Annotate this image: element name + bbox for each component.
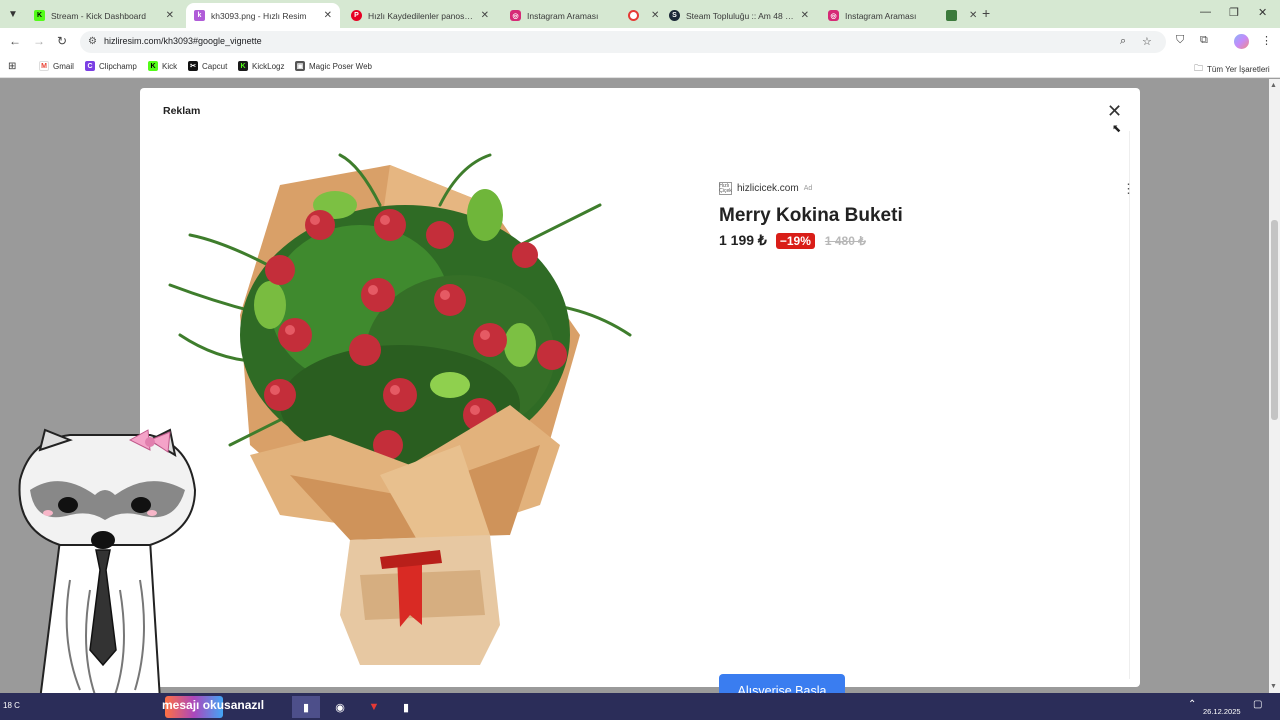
tab-icon xyxy=(946,10,957,21)
kick-icon: K xyxy=(34,10,45,21)
advertiser-link[interactable]: Hızlı Çiçek hizlicicek.com Ad xyxy=(719,182,812,195)
old-price: 1 480 ₺ xyxy=(824,233,866,248)
current-price: 1 199 ₺ xyxy=(719,232,767,248)
ad-content[interactable]: Hızlı Çiçek hizlicicek.com Ad ⋮ Merry Ko… xyxy=(150,131,1135,708)
address-bar[interactable]: ⚙ hizliresim.com/kh3093#google_vignette … xyxy=(80,31,1166,53)
extension-icon[interactable]: ⛉ xyxy=(1176,34,1184,47)
ad-tag: Ad xyxy=(803,185,813,192)
discount-badge: −19% xyxy=(775,232,815,249)
taskbar-overlay-text: mesajı okusanazıl xyxy=(162,698,265,712)
bookmark-gmail[interactable]: M Gmail xyxy=(39,61,74,71)
bookmark-star-icon[interactable]: ☆ xyxy=(1142,35,1152,48)
close-icon[interactable]: ✕ xyxy=(166,10,174,21)
product-title[interactable]: Merry Kokina Buketi xyxy=(719,205,903,227)
advertiser-domain[interactable]: hizlicicek.com xyxy=(737,183,799,194)
bookmark-label: Kick xyxy=(162,61,178,71)
close-icon[interactable]: ✕ xyxy=(969,10,977,21)
kicklogz-icon: K xyxy=(238,61,248,71)
bookmark-label: Capcut xyxy=(202,61,228,71)
kick-icon: K xyxy=(148,61,158,71)
close-icon[interactable]: ✕ xyxy=(651,10,659,21)
advertiser-logo: Hızlı Çiçek xyxy=(719,182,732,195)
browser-toolbar: ← → ↻ ⚙ hizliresim.com/kh3093#google_vig… xyxy=(0,28,1280,56)
taskbar-document-icon[interactable]: ▮ xyxy=(392,696,420,718)
tab-title: Hızlı Kaydedilenler panosundaki xyxy=(368,10,475,21)
tab-title: kh3093.png - Hızlı Resim xyxy=(211,10,307,21)
restore-icon[interactable]: ❐ xyxy=(1229,6,1239,19)
ad-vignette-modal: Reklam ✕ ⬉ Hızlı Çiçek hizlicicek.com Ad… xyxy=(140,88,1140,708)
record-icon xyxy=(628,10,639,21)
notification-icon[interactable]: ▢ xyxy=(1253,699,1262,710)
instagram-icon: ◎ xyxy=(510,10,521,21)
bookmark-label: Magic Poser Web xyxy=(309,61,372,71)
bookmark-label: Gmail xyxy=(53,61,74,71)
ad-options-kebab-icon[interactable]: ⋮ xyxy=(1122,182,1135,195)
magicposer-icon: ▣ xyxy=(295,61,305,71)
tab-kick-dashboard[interactable]: K Stream - Kick Dashboard ✕ xyxy=(26,3,182,28)
all-bookmarks-label: Tüm Yer İşaretleri xyxy=(1207,64,1270,74)
bookmark-capcut[interactable]: ✂ Capcut xyxy=(188,61,227,71)
bookmark-kick[interactable]: K Kick xyxy=(148,61,177,71)
site-info-icon[interactable]: ⚙ xyxy=(88,36,97,47)
scroll-down-icon[interactable]: ▼ xyxy=(1270,683,1277,690)
new-tab-icon[interactable]: + xyxy=(982,5,990,21)
tab-generic[interactable]: ✕ xyxy=(938,3,978,28)
raccoon-mascot-image xyxy=(18,428,197,700)
capcut-icon: ✂ xyxy=(188,61,198,71)
window-close-icon[interactable]: ✕ xyxy=(1258,6,1267,19)
bookmark-label: Clipchamp xyxy=(99,61,137,71)
bookmarks-bar: ⊞ M Gmail C Clipchamp K Kick ✂ Capcut K … xyxy=(0,56,1280,78)
forward-icon[interactable]: → xyxy=(33,34,45,48)
tab-title: Stream - Kick Dashboard xyxy=(51,10,146,21)
scroll-up-icon[interactable]: ▲ xyxy=(1270,82,1277,89)
tab-recording[interactable]: ✕ xyxy=(620,3,660,28)
pinterest-icon: P xyxy=(351,10,362,21)
steam-icon: S xyxy=(669,10,680,21)
back-icon[interactable]: ← xyxy=(9,34,21,48)
folder-icon: 🗀 xyxy=(1194,63,1204,73)
zoom-icon[interactable]: ⌕ xyxy=(1120,35,1126,48)
apps-grid-icon[interactable]: ⊞ xyxy=(8,61,16,72)
bookmark-kicklogz[interactable]: K KickLogz xyxy=(238,61,284,71)
ad-label: Reklam xyxy=(163,105,201,117)
url-text[interactable]: hizliresim.com/kh3093#google_vignette xyxy=(104,36,262,46)
instagram-icon: ◎ xyxy=(828,10,839,21)
close-icon[interactable]: ✕ xyxy=(324,10,332,21)
tab-search-icon[interactable]: ▼ xyxy=(4,6,22,22)
gmail-icon: M xyxy=(39,61,49,71)
tab-strip: ▼ K Stream - Kick Dashboard ✕ k kh3093.p… xyxy=(0,0,1280,28)
taskbar-app-icon[interactable]: ▼ xyxy=(360,696,388,718)
bookmark-label: KickLogz xyxy=(252,61,285,71)
image-icon: k xyxy=(194,10,205,21)
bookmark-magic-poser[interactable]: ▣ Magic Poser Web xyxy=(295,61,372,71)
clipchamp-icon: C xyxy=(85,61,95,71)
bookmark-clipchamp[interactable]: C Clipchamp xyxy=(85,61,137,71)
tab-pinterest[interactable]: P Hızlı Kaydedilenler panosundaki ✕ xyxy=(343,3,497,28)
menu-kebab-icon[interactable]: ⋮ xyxy=(1261,34,1272,47)
tab-instagram-2[interactable]: ◎ Instagram Araması xyxy=(820,3,938,28)
tab-hizliresim[interactable]: k kh3093.png - Hızlı Resim ✕ xyxy=(186,3,340,28)
close-icon[interactable]: ✕ xyxy=(801,10,809,21)
clock-date: 26.12.2025 xyxy=(1203,707,1241,716)
tab-title: Instagram Araması xyxy=(527,10,599,21)
tray-chevron-icon[interactable]: ⌃ xyxy=(1188,699,1196,710)
close-icon[interactable]: ✕ xyxy=(481,10,489,21)
all-bookmarks[interactable]: 🗀 Tüm Yer İşaretleri xyxy=(1194,61,1270,77)
bouquet-image[interactable] xyxy=(160,145,640,675)
taskbar-file-icon[interactable]: ▮ xyxy=(292,696,320,718)
tab-title: Steam Topluluğu :: Am 48 year xyxy=(686,10,795,21)
scrollbar-thumb[interactable] xyxy=(1271,220,1278,420)
taskbar: 18 C mesajı okusanazıl ▮ ◉ ▼ ▮ ⌃ 26.12.2… xyxy=(0,693,1280,720)
tab-instagram[interactable]: ◎ Instagram Araması xyxy=(502,3,620,28)
minimize-icon[interactable]: — xyxy=(1200,6,1211,18)
tab-title: Instagram Araması xyxy=(845,10,917,21)
close-icon[interactable]: ✕ xyxy=(1107,101,1122,122)
tab-steam[interactable]: S Steam Topluluğu :: Am 48 year ✕ xyxy=(661,3,817,28)
weather-text: 18 C xyxy=(3,701,20,710)
extensions-puzzle-icon[interactable]: ⧉ xyxy=(1200,34,1208,47)
profile-avatar[interactable] xyxy=(1234,34,1249,49)
price-row: 1 199 ₺ −19% 1 480 ₺ xyxy=(719,232,866,249)
taskbar-obs-icon[interactable]: ◉ xyxy=(326,696,354,718)
reload-icon[interactable]: ↻ xyxy=(57,34,67,48)
